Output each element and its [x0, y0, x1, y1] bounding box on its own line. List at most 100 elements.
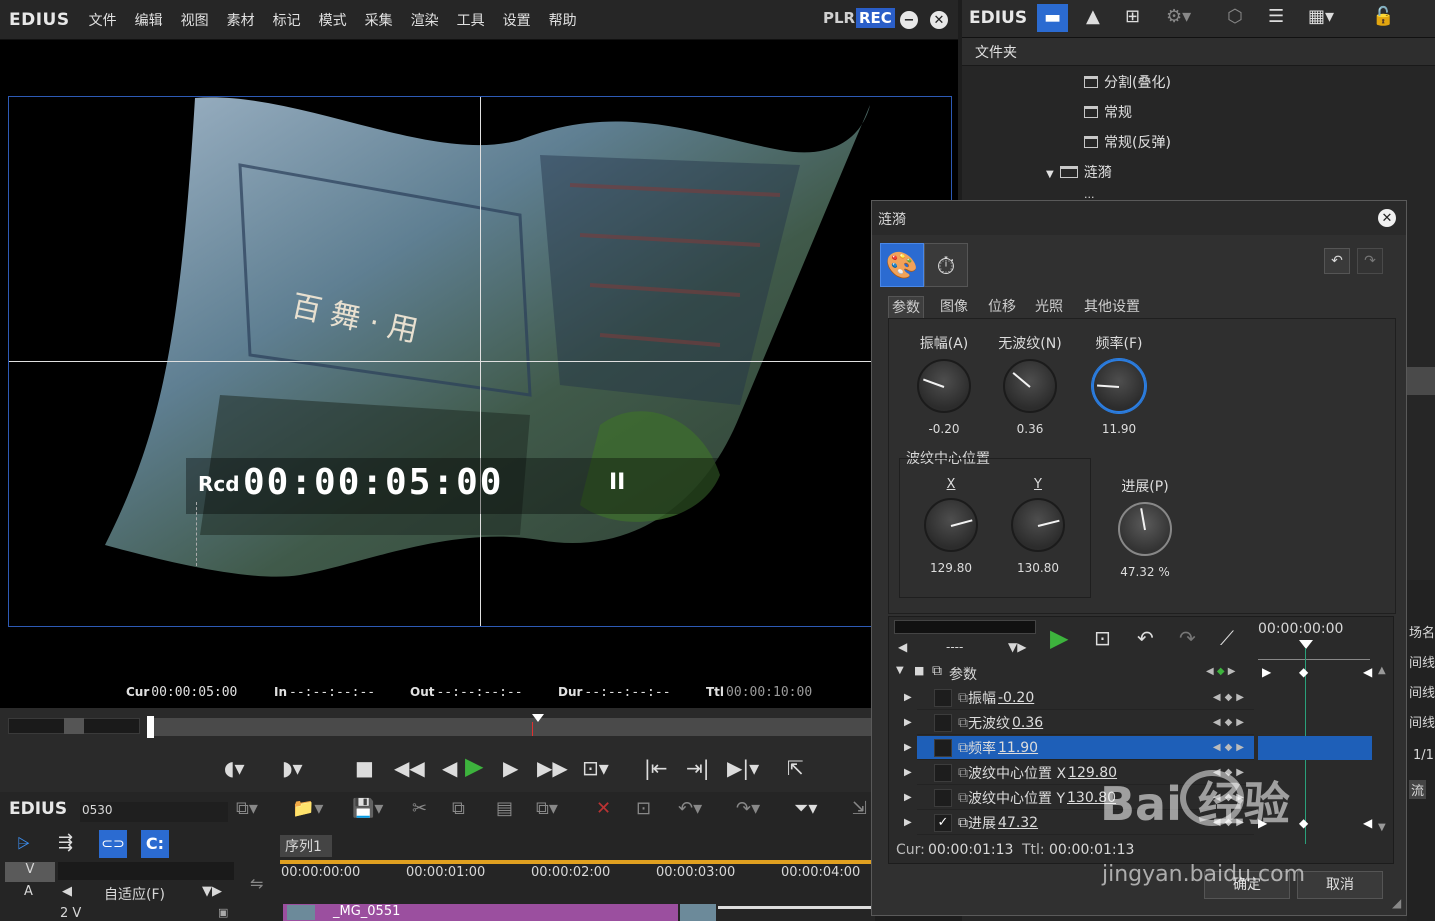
row-expand-icon[interactable]: ▶	[904, 717, 912, 728]
kf-zoom-slider[interactable]	[894, 620, 1036, 634]
tab-params[interactable]: 参数	[888, 296, 924, 318]
menu-mode[interactable]: 模式	[319, 10, 347, 30]
param-row-frequency[interactable]: ▶ ⧉ 频率 11.90 ◀◆▶	[904, 736, 1254, 760]
row-expand-icon[interactable]: ▶	[904, 792, 912, 803]
menu-file[interactable]: 文件	[89, 10, 117, 30]
tab-lighting[interactable]: 光照	[1032, 296, 1066, 318]
folder-tree-icon[interactable]: ⊞	[1125, 6, 1140, 27]
grid-view-icon[interactable]: ▦▾	[1308, 6, 1334, 27]
kf-diamond-icon[interactable]: ◆	[1299, 665, 1308, 679]
row-checkbox[interactable]	[934, 688, 952, 707]
loop-play-icon[interactable]: ⊡▾	[582, 756, 609, 780]
row-value[interactable]: 47.32	[998, 815, 1038, 831]
amplitude-knob[interactable]	[917, 359, 971, 413]
row-kf-icons[interactable]: ◀◆▶	[1213, 742, 1248, 753]
row-value[interactable]: 0.36	[1012, 715, 1043, 731]
menu-render[interactable]: 渲染	[411, 10, 439, 30]
playhead-icon[interactable]	[532, 714, 544, 722]
jump-in-icon[interactable]: |⇤	[644, 756, 668, 780]
lock-icon[interactable]: 🔓	[1372, 6, 1394, 27]
track-mode-icon[interactable]: ⇶	[58, 832, 73, 853]
bin-item-normal[interactable]: 常规	[1084, 102, 1132, 122]
insert-icon[interactable]: ▶|▾	[727, 756, 759, 780]
expand-tracks-icon[interactable]: ⇋	[250, 874, 263, 893]
param-group-row[interactable]: ▼ ■ ⧉ 参数 ◀ ◆ ▶	[894, 662, 1254, 686]
fast-forward-icon[interactable]: ▶▶	[537, 756, 568, 780]
row-expand-icon[interactable]: ▶	[904, 767, 912, 778]
row-kf-icons[interactable]: ◀◆▶	[1213, 717, 1248, 728]
tab-sequence1[interactable]: 序列1	[280, 835, 332, 857]
undo-icon[interactable]: ↶▾	[678, 798, 702, 819]
play-icon[interactable]: ▶	[465, 752, 483, 780]
rewind-icon[interactable]: ◀◀	[394, 756, 425, 780]
minimize-icon[interactable]: −	[900, 11, 918, 29]
row-checkbox[interactable]	[934, 713, 952, 732]
track-v-label[interactable]: V	[5, 862, 55, 882]
bin-item-dissolve-split[interactable]: 分割(叠化)	[1084, 72, 1171, 92]
kf-track-selected[interactable]	[1258, 736, 1372, 760]
kf-loop-icon[interactable]: ⊡	[1094, 626, 1111, 650]
kf-scroll-up-icon[interactable]: ▲	[1378, 665, 1386, 676]
row-expand-icon[interactable]: ▶	[904, 742, 912, 753]
row-expand-icon[interactable]: ▶	[904, 817, 912, 828]
menu-view[interactable]: 视图	[181, 10, 209, 30]
row-value[interactable]: 11.90	[998, 740, 1038, 756]
position-marker[interactable]	[147, 716, 154, 738]
tab-position[interactable]: 位移	[985, 296, 1019, 318]
delete-icon[interactable]: ✕	[596, 798, 611, 819]
right-edge-tab[interactable]: 流	[1409, 780, 1427, 799]
menu-tools[interactable]: 工具	[457, 10, 485, 30]
kf-playhead-icon[interactable]	[1299, 640, 1313, 649]
kf-dropdown[interactable]: ----	[946, 640, 963, 654]
expand-arrow-icon[interactable]: ▼	[1046, 169, 1054, 180]
fit-dropdown-icon[interactable]: ▼▶	[202, 884, 222, 899]
frequency-knob[interactable]	[1092, 359, 1146, 413]
kf-redo-icon[interactable]: ↷	[1179, 626, 1196, 650]
menu-edit[interactable]: 编辑	[135, 10, 163, 30]
rec-toggle[interactable]: REC	[856, 8, 895, 28]
center-x-knob[interactable]	[924, 498, 978, 552]
list-view-icon[interactable]: ☰	[1268, 6, 1284, 27]
row-checkbox[interactable]	[934, 788, 952, 807]
kf-progress-diamond-icon[interactable]: ◆	[1299, 816, 1308, 830]
group-collapse-icon[interactable]: ▼	[896, 665, 904, 676]
cut-icon[interactable]: ✂	[412, 798, 427, 819]
paste-insert-icon[interactable]: ⧉▾	[536, 798, 558, 819]
copy-icon[interactable]: ⧉	[452, 798, 465, 819]
no-wave-knob[interactable]	[1003, 359, 1057, 413]
selected-bin-row[interactable]	[1406, 367, 1435, 395]
link-icon[interactable]: ⊂⊃	[99, 830, 127, 858]
ripple-delete-icon[interactable]: ⊡	[636, 798, 651, 819]
kf-nav-icons[interactable]: ◀ ◆ ▶	[1206, 666, 1235, 677]
open-project-icon[interactable]: 📁▾	[292, 798, 323, 819]
bin-folder-ripple[interactable]: ▼ 涟漪	[1046, 162, 1112, 182]
set-out-icon[interactable]: ◗▾	[282, 756, 303, 780]
menu-marker[interactable]: 标记	[273, 10, 301, 30]
dialog-close-icon[interactable]: ✕	[1378, 209, 1396, 227]
center-y-knob[interactable]	[1011, 498, 1065, 552]
stopwatch-icon[interactable]: ⏱	[924, 243, 968, 287]
position-bar[interactable]	[150, 718, 872, 736]
menu-capture[interactable]: 采集	[365, 10, 393, 30]
step-back-icon[interactable]: ◀	[442, 756, 457, 780]
sync-icon[interactable]: C:	[141, 830, 169, 858]
folder-icon[interactable]: ▬	[1037, 4, 1068, 32]
row-expand-icon[interactable]: ▶	[904, 692, 912, 703]
row-checkbox[interactable]	[934, 763, 952, 782]
export-icon[interactable]: ⇱	[787, 756, 804, 780]
step-forward-icon[interactable]: ▶	[503, 756, 518, 780]
snap-icon[interactable]: ⩥	[17, 834, 30, 854]
more-icon[interactable]: ⇲	[852, 798, 867, 819]
undo-icon[interactable]: ↶	[1324, 248, 1350, 274]
clip-mg0551[interactable]: _MG_0551	[283, 904, 678, 921]
menu-settings[interactable]: 设置	[503, 10, 531, 30]
dialog-titlebar[interactable]: 涟漪	[872, 201, 1406, 235]
marker-icon[interactable]: ⏷▾	[794, 798, 817, 819]
kf-scroll-down-icon[interactable]: ▼	[1378, 822, 1386, 833]
fit-prev-icon[interactable]: ◀	[62, 884, 72, 899]
tab-image[interactable]: 图像	[937, 296, 971, 318]
jump-out-icon[interactable]: ⇥|	[686, 756, 710, 780]
fit-select[interactable]: 自适应(F)	[104, 884, 165, 904]
bin-filter-icon[interactable]: ⬡	[1227, 6, 1243, 27]
plr-toggle[interactable]: PLR	[823, 9, 855, 27]
